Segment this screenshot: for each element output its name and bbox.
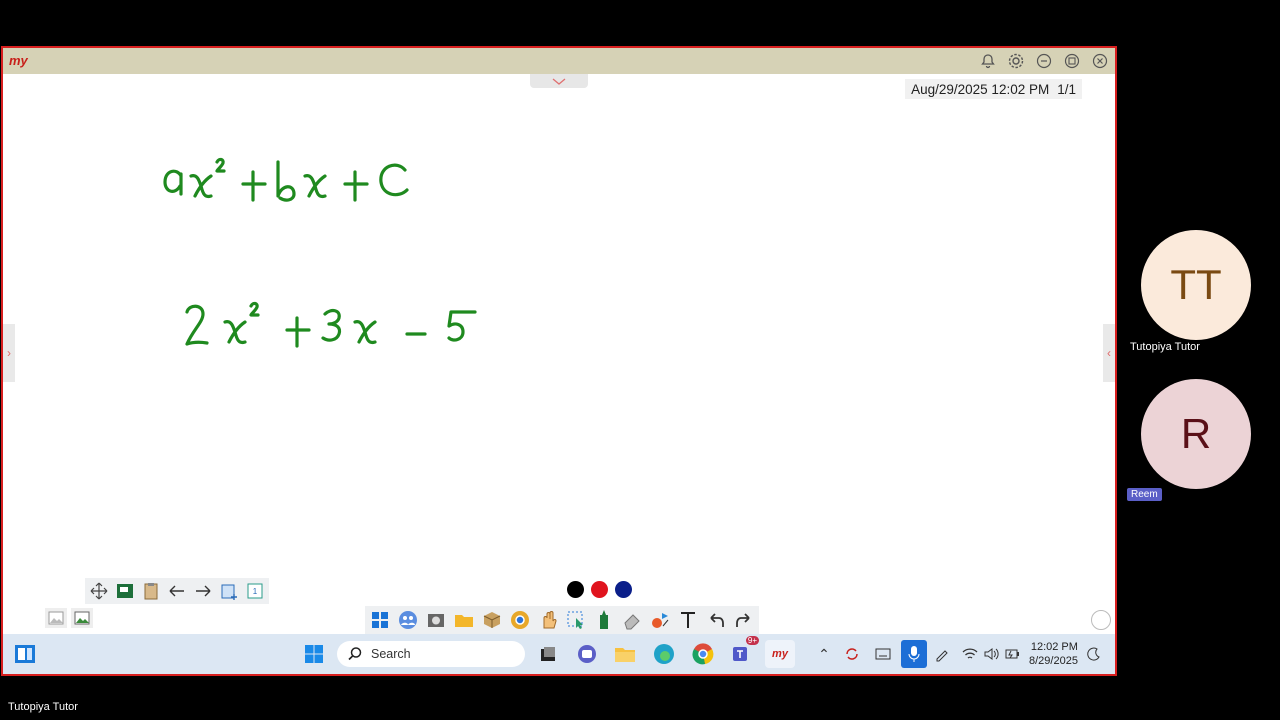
board-green-icon[interactable]	[113, 580, 137, 602]
pen-color-red[interactable]	[591, 581, 608, 598]
participants-icon[interactable]	[395, 608, 421, 632]
moon-icon[interactable]	[1086, 640, 1102, 668]
taskbar-search[interactable]: Search	[337, 641, 525, 667]
clock-date: 8/29/2025	[1029, 655, 1078, 667]
arrow-left-icon[interactable]	[165, 580, 189, 602]
chevron-right-icon: ›	[7, 346, 11, 360]
screenshot-icon[interactable]	[71, 608, 93, 628]
select-icon[interactable]	[563, 608, 589, 632]
undo-icon[interactable]	[703, 608, 729, 632]
battery-icon[interactable]	[1003, 640, 1021, 668]
bell-icon[interactable]	[977, 51, 999, 71]
microphone-icon[interactable]	[901, 640, 927, 668]
equation-1-ink	[163, 157, 409, 202]
pen-icon[interactable]	[933, 640, 951, 668]
chevron-up-icon[interactable]: ⌃	[815, 640, 833, 668]
participant-name-label: Tutopiya Tutor	[1130, 341, 1200, 353]
app-logo: my	[9, 53, 28, 68]
gear-icon[interactable]	[1005, 51, 1027, 71]
keyboard-icon[interactable]	[874, 640, 892, 668]
taskbar-clock[interactable]: 12:02 PM 8/29/2025	[1029, 640, 1078, 668]
add-page-icon[interactable]	[217, 580, 241, 602]
eraser-icon[interactable]	[619, 608, 645, 632]
restore-icon[interactable]	[1061, 51, 1083, 71]
minimize-icon[interactable]	[1033, 51, 1055, 71]
whiteboard-canvas[interactable]	[3, 74, 1115, 634]
page-thumb-label: 1	[252, 586, 258, 596]
participant-tile-tutor[interactable]: TT	[1141, 230, 1251, 340]
text-tool-icon[interactable]	[675, 608, 701, 632]
volume-icon[interactable]	[982, 640, 1000, 668]
teams-icon[interactable]: 9+	[729, 636, 759, 668]
presenter-name-label: Tutopiya Tutor	[8, 701, 78, 713]
pen-color-picker	[567, 581, 632, 598]
widgets-icon[interactable]	[13, 640, 37, 668]
redo-icon[interactable]	[731, 608, 757, 632]
equation-2-ink	[185, 301, 477, 348]
handwriting-layer	[163, 157, 477, 348]
arrow-right-icon[interactable]	[191, 580, 215, 602]
app-logo-text: my	[9, 53, 28, 68]
marker-icon[interactable]	[591, 608, 617, 632]
image-tools	[45, 608, 93, 628]
search-placeholder: Search	[371, 647, 411, 661]
whiteboard-window: my Aug/29/2025 12:02 PM 1/1 › ‹ 1 Search…	[1, 46, 1117, 676]
edge-icon[interactable]	[651, 640, 677, 668]
myapp-taskbar-icon[interactable]: my	[765, 640, 795, 668]
image-icon[interactable]	[45, 608, 67, 628]
participant-initials: TT	[1170, 261, 1222, 308]
folder-icon[interactable]	[451, 608, 477, 632]
task-view-icon[interactable]	[535, 640, 561, 668]
myapp-logo-text: my	[772, 648, 788, 660]
sync-icon[interactable]	[843, 640, 861, 668]
participant-name-label: Reem	[1127, 488, 1162, 501]
camera-icon[interactable]	[423, 608, 449, 632]
profile-icon[interactable]	[1091, 610, 1111, 630]
title-bar: my	[3, 48, 1115, 74]
clock-time: 12:02 PM	[1030, 641, 1078, 653]
drawing-toolbar	[365, 606, 759, 634]
search-icon	[348, 647, 362, 661]
wifi-icon[interactable]	[961, 640, 979, 668]
participant-tile-student[interactable]: R	[1141, 379, 1251, 489]
clipboard-icon[interactable]	[139, 580, 163, 602]
box-icon[interactable]	[479, 608, 505, 632]
left-panel-tab[interactable]: ›	[3, 324, 15, 382]
move-icon[interactable]	[87, 580, 111, 602]
start-icon[interactable]	[301, 640, 327, 668]
page-toolbar: 1	[85, 578, 269, 604]
teams-notification-badge: 9+	[745, 636, 759, 645]
teams-chat-icon[interactable]	[574, 640, 600, 668]
os-taskbar: Search 9+ my ⌃ 12:02 PM 8/29/2025	[3, 634, 1115, 674]
windows-logo-icon[interactable]	[367, 608, 393, 632]
right-panel-tab[interactable]: ‹	[1103, 324, 1115, 382]
pen-color-black[interactable]	[567, 581, 584, 598]
participant-initials: R	[1180, 410, 1212, 457]
hand-icon[interactable]	[535, 608, 561, 632]
shapes-icon[interactable]	[647, 608, 673, 632]
close-icon[interactable]	[1089, 51, 1111, 71]
chrome-icon[interactable]	[507, 608, 533, 632]
file-explorer-icon[interactable]	[612, 640, 638, 668]
chevron-left-icon: ‹	[1107, 346, 1111, 360]
page-thumbnail[interactable]: 1	[243, 580, 267, 602]
chrome-taskbar-icon[interactable]	[690, 640, 716, 668]
pen-color-blue[interactable]	[615, 581, 632, 598]
